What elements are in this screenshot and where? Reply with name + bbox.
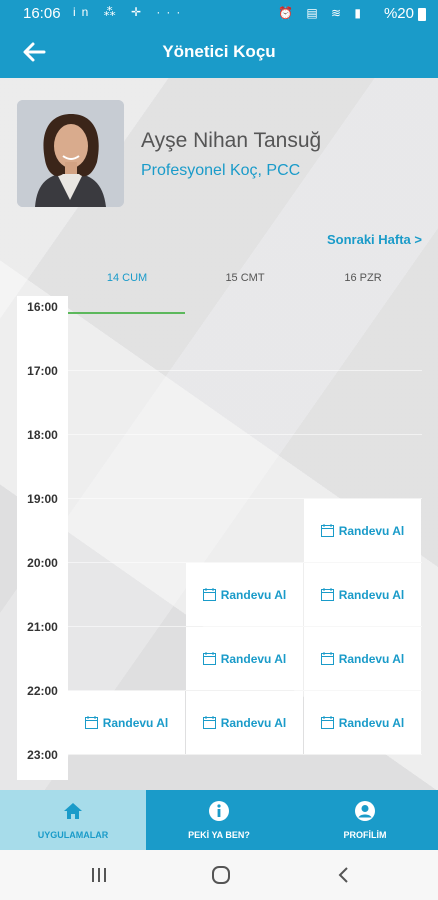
- slot-label: Randevu Al: [338, 523, 405, 538]
- nav-label: PROFİLİM: [343, 830, 387, 840]
- nav-label: UYGULAMALAR: [37, 830, 109, 840]
- back-button-icon[interactable]: [332, 864, 356, 886]
- home-icon: [64, 803, 82, 819]
- current-time-indicator: [68, 312, 185, 314]
- user-icon: [355, 801, 375, 821]
- slot-label: Randevu Al: [220, 651, 287, 666]
- book-appointment-slot[interactable]: Randevu Al: [304, 499, 421, 562]
- nav-profile[interactable]: PROFİLİM: [292, 790, 438, 850]
- bottom-nav: UYGULAMALAR PEKİ YA BEN? PROFİLİM: [0, 790, 438, 850]
- day-header-1[interactable]: 15 CMT: [186, 272, 304, 284]
- system-status-icons: ⏰ ▤ ≋ ▮: [278, 6, 366, 20]
- slot-label: Randevu Al: [338, 715, 405, 730]
- nav-label: PEKİ YA BEN?: [188, 830, 250, 840]
- page-title: Yönetici Koçu: [162, 42, 276, 61]
- battery-percent: %20: [383, 5, 414, 22]
- coach-name: Ayşe Nihan Tansuğ: [141, 129, 322, 152]
- slot-label: Randevu Al: [102, 715, 169, 730]
- book-appointment-slot[interactable]: Randevu Al: [186, 563, 303, 626]
- nav-applications[interactable]: UYGULAMALAR: [0, 790, 146, 850]
- slot-label: Randevu Al: [220, 587, 287, 602]
- next-week-link[interactable]: Sonraki Hafta >: [327, 232, 422, 247]
- hour-label: 17:00: [27, 364, 58, 378]
- hour-label: 20:00: [27, 556, 58, 570]
- hour-divider: [68, 434, 422, 435]
- home-button-icon[interactable]: [209, 864, 233, 886]
- calendar-edit-icon: [320, 652, 334, 665]
- hour-label: 19:00: [27, 492, 58, 506]
- calendar-edit-icon: [202, 716, 216, 729]
- book-appointment-slot[interactable]: Randevu Al: [186, 627, 303, 690]
- calendar-edit-icon: [320, 716, 334, 729]
- info-icon: [209, 801, 229, 821]
- slot-label: Randevu Al: [338, 587, 405, 602]
- recent-apps-icon[interactable]: [87, 864, 111, 886]
- calendar-edit-icon: [84, 716, 98, 729]
- calendar-edit-icon: [320, 524, 334, 537]
- battery-icon: [418, 8, 426, 21]
- hour-label: 23:00: [27, 748, 58, 762]
- coach-avatar: [17, 100, 124, 207]
- app-header: Yönetici Koçu: [0, 28, 438, 78]
- hour-label: 16:00: [27, 300, 58, 314]
- book-appointment-slot[interactable]: Randevu Al: [304, 691, 421, 754]
- nav-what-about-me[interactable]: PEKİ YA BEN?: [146, 790, 292, 850]
- calendar-edit-icon: [320, 588, 334, 601]
- book-appointment-slot[interactable]: Randevu Al: [186, 691, 303, 754]
- slot-label: Randevu Al: [220, 715, 287, 730]
- hour-divider: [68, 754, 422, 755]
- book-appointment-slot[interactable]: Randevu Al: [304, 627, 421, 690]
- notification-icons: in ⁂ ✛ ···: [73, 5, 187, 19]
- system-nav-bar: [0, 850, 438, 900]
- hour-label: 21:00: [27, 620, 58, 634]
- calendar-edit-icon: [202, 652, 216, 665]
- book-appointment-slot[interactable]: Randevu Al: [68, 691, 185, 754]
- day-header-2[interactable]: 16 PZR: [304, 272, 422, 284]
- status-bar: 16:06 in ⁂ ✛ ··· ⏰ ▤ ≋ ▮ %20: [0, 0, 438, 28]
- day-header-0[interactable]: 14 CUM: [68, 272, 186, 284]
- book-appointment-slot[interactable]: Randevu Al: [304, 563, 421, 626]
- time-column: 16:00 17:00 18:00 19:00 20:00 21:00 22:0…: [17, 296, 68, 780]
- slot-label: Randevu Al: [338, 651, 405, 666]
- coach-title: Profesyonel Koç, PCC: [141, 162, 301, 179]
- calendar-edit-icon: [202, 588, 216, 601]
- status-time: 16:06: [23, 5, 61, 22]
- hour-divider: [68, 370, 422, 371]
- hour-label: 18:00: [27, 428, 58, 442]
- hour-label: 22:00: [27, 684, 58, 698]
